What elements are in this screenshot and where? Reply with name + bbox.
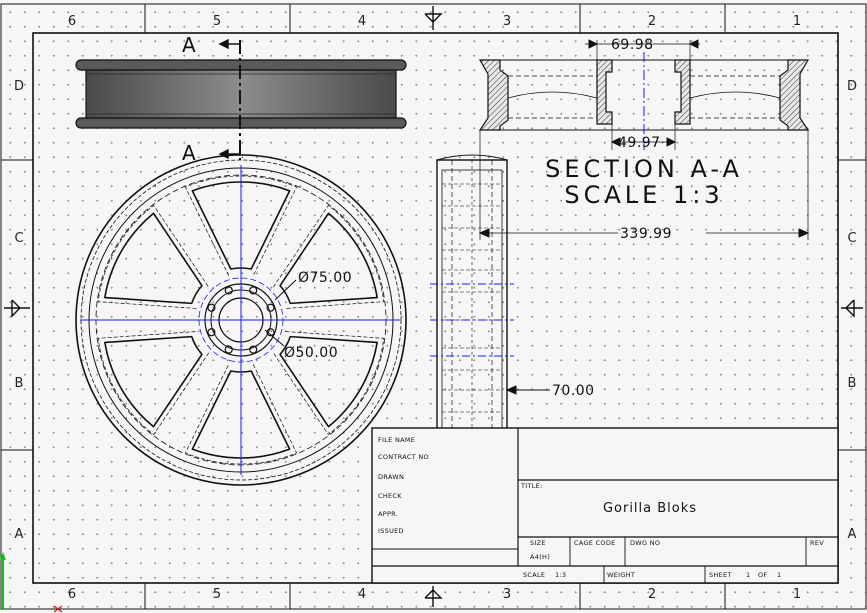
front-view[interactable] (75, 154, 407, 486)
spoke-edge (97, 331, 210, 436)
zone-col-bottom: 4 (358, 587, 366, 602)
label-size: SIZE (530, 539, 546, 547)
zone-col-top: 3 (503, 14, 511, 29)
zone-row-left: C (14, 231, 23, 246)
zone-row-right: D (847, 79, 857, 94)
drawing-sheet: 6 5 4 3 2 1 6 5 4 3 2 1 D C B A D C B A … (0, 3, 867, 613)
dim-hub-inner: 49.97 (618, 135, 661, 151)
drawing-title: Gorilla Bloks (603, 501, 697, 516)
label-appr: APPR. (378, 510, 398, 518)
value-scale: 1:3 (555, 571, 566, 579)
zone-row-left: B (15, 376, 24, 391)
label-title: TITLE: (520, 482, 543, 490)
top-view[interactable] (75, 38, 407, 160)
zone-col-bottom: 3 (503, 587, 511, 602)
zone-col-bottom: 6 (68, 587, 76, 602)
zone-col-top: 1 (793, 14, 801, 29)
zone-row-right: B (848, 376, 857, 391)
dim-side-width: 70.00 (552, 383, 595, 399)
spoke-edge (272, 204, 385, 309)
label-drawn: DRAWN (378, 473, 404, 481)
zone-row-right: A (848, 527, 857, 542)
label-file-name: FILE NAME (378, 436, 415, 444)
zone-col-top: 6 (68, 14, 76, 29)
zone-row-right: C (847, 231, 856, 246)
label-scale: SCALE (523, 571, 545, 579)
zone-row-left: A (15, 527, 24, 542)
dim-center-bore: Ø50.00 (284, 345, 338, 361)
zone-col-bottom: 1 (793, 587, 801, 602)
spoke-edge (97, 204, 210, 309)
zone-col-top: 4 (358, 14, 366, 29)
label-issued: ISSUED (378, 527, 404, 535)
spoke-window (104, 212, 203, 305)
dim-bolt-circle: Ø75.00 (298, 270, 352, 286)
dim-hub-width: 69.98 (611, 37, 654, 53)
zone-row-left: D (14, 79, 24, 94)
section-scale: SCALE 1:3 (564, 181, 723, 209)
label-check: CHECK (378, 492, 402, 500)
dim-overall: 339.99 (620, 226, 672, 242)
spoke-window (104, 335, 203, 428)
spoke-window (279, 212, 378, 305)
value-of: 1 (777, 571, 781, 579)
section-title: SECTION A-A (545, 155, 743, 183)
label-rev: REV (810, 539, 824, 547)
label-cage-code: CAGE CODE (574, 539, 616, 547)
zone-col-bottom: 5 (213, 587, 221, 602)
zone-col-bottom: 2 (648, 587, 656, 602)
zone-col-top: 2 (648, 14, 656, 29)
label-sheet: SHEET (709, 571, 732, 579)
label-weight: WEIGHT (607, 571, 635, 579)
section-mark-top: A (182, 33, 197, 57)
label-dwg-no: DWG NO (630, 539, 660, 547)
label-of: OF (758, 571, 767, 579)
zone-col-top: 5 (213, 14, 221, 29)
value-sheet: 1 (746, 571, 750, 579)
label-contract-no: CONTRACT NO (378, 453, 429, 461)
value-size: A4(H) (530, 553, 550, 561)
axis-triad (0, 552, 63, 613)
